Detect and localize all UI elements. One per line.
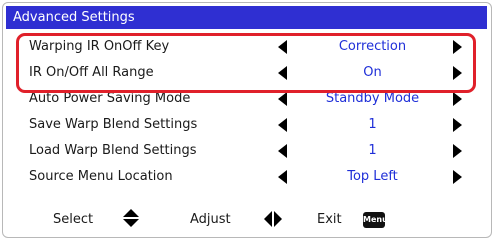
left-triangle-icon[interactable]: [278, 170, 287, 184]
adjust-hint-label: Adjust: [190, 212, 231, 227]
menu-row-value: Standby Mode: [325, 91, 420, 106]
highlight-box: [16, 33, 476, 93]
menu-row-label: Source Menu Location: [29, 169, 173, 184]
select-hint-label: Select: [53, 212, 94, 227]
menu-row-value: Top Left: [347, 169, 398, 184]
menu-row-load-warp-blend[interactable]: Load Warp Blend Settings 1: [6, 138, 487, 164]
left-right-icon: [264, 210, 284, 228]
menu-row-label: Auto Power Saving Mode: [29, 91, 191, 106]
right-triangle-icon[interactable]: [453, 144, 462, 158]
panel-title: Advanced Settings: [6, 6, 487, 29]
right-triangle-icon[interactable]: [453, 92, 462, 106]
left-triangle-icon[interactable]: [278, 92, 287, 106]
left-triangle-icon[interactable]: [278, 118, 287, 132]
menu-row-label: Load Warp Blend Settings: [29, 143, 197, 158]
exit-hint-label: Exit: [317, 212, 342, 227]
right-triangle-icon[interactable]: [453, 170, 462, 184]
menu-key-icon: Menu: [363, 212, 388, 228]
left-triangle-icon[interactable]: [278, 144, 287, 158]
menu-row-label: Save Warp Blend Settings: [29, 117, 198, 132]
menu-row-value: 1: [368, 143, 377, 158]
right-triangle-icon[interactable]: [453, 118, 462, 132]
menu-row-save-warp-blend[interactable]: Save Warp Blend Settings 1: [6, 112, 487, 138]
menu-row-source-menu-location[interactable]: Source Menu Location Top Left: [6, 164, 487, 190]
menu-row-value: 1: [368, 117, 377, 132]
up-down-icon: [121, 209, 141, 229]
